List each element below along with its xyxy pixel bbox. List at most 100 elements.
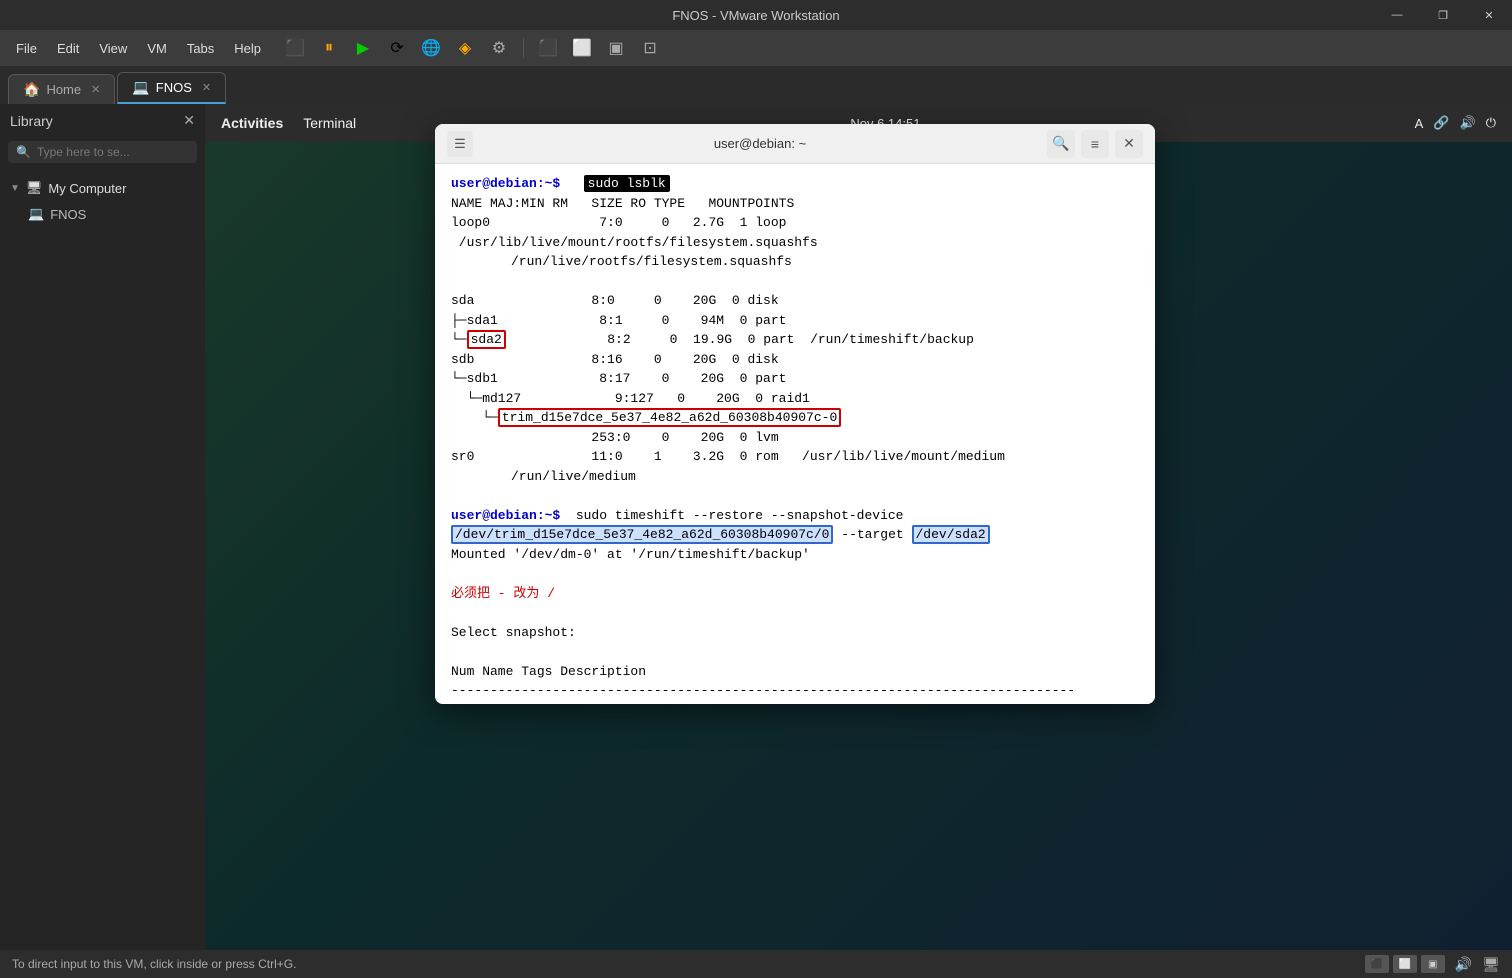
terminal-body[interactable]: user@debian:~$ sudo lsblk NAME MAJ:MIN R…	[435, 164, 1155, 704]
fnos-sidebar-icon: 💻	[28, 206, 44, 222]
gnome-system-tray: A 🔗 🔊 ⏻	[1415, 115, 1496, 131]
tab-fnos-close[interactable]: ✕	[202, 81, 211, 94]
toolbar-settings[interactable]: ⚙	[485, 34, 513, 62]
keyboard-indicator[interactable]: A	[1415, 116, 1424, 131]
menu-view[interactable]: View	[91, 37, 135, 60]
terminal-close-icon[interactable]: ✕	[1115, 130, 1143, 158]
toolbar-pause[interactable]: ⏸	[315, 34, 343, 62]
terminal-actions: 🔍 ≡ ✕	[1047, 130, 1143, 158]
sidebar-close-icon[interactable]: ✕	[183, 112, 195, 129]
toolbar-refresh[interactable]: ⟳	[383, 34, 411, 62]
toolbar: ⬛ ⏸ ▶ ⟳ 🌐 ◈ ⚙ ⬛ ⬜ ▣ ⊡	[281, 34, 664, 62]
sidebar-header: Library ✕	[0, 104, 205, 137]
menu-vm[interactable]: VM	[139, 37, 175, 60]
sidebar-search-container: 🔍	[8, 141, 197, 163]
terminal-search-icon[interactable]: 🔍	[1047, 130, 1075, 158]
lsblk-sr0-2: /run/live/medium	[451, 467, 1139, 487]
taskbar-icon-2[interactable]: ⬜	[1393, 955, 1417, 973]
menubar: File Edit View VM Tabs Help ⬛ ⏸ ▶ ⟳ 🌐 ◈ …	[0, 30, 1512, 66]
tabs-bar: 🏠 Home ✕ 💻 FNOS ✕	[0, 66, 1512, 104]
blank3	[451, 564, 1139, 584]
snapshot-row-0: 0 > 2024-11-06_21-18-11 W	[451, 701, 1139, 705]
command-lsblk: sudo lsblk	[584, 175, 670, 192]
lsblk-sdb: sdb 8:16 0 20G 0 disk	[451, 350, 1139, 370]
restore-button[interactable]: ❐	[1420, 0, 1466, 30]
sidebar-item-fnos[interactable]: 💻 FNOS	[0, 201, 205, 227]
fnos-sidebar-label: FNOS	[50, 207, 86, 222]
lsblk-header: NAME MAJ:MIN RM SIZE RO TYPE MOUNTPOINTS	[451, 194, 1139, 214]
select-snapshot: Select snapshot:	[451, 623, 1139, 643]
search-input[interactable]	[37, 145, 189, 159]
tab-home-close[interactable]: ✕	[91, 83, 100, 96]
toolbar-record[interactable]: ⬛	[281, 34, 309, 62]
target-device-highlight: /dev/sda2	[912, 525, 990, 544]
fnos-icon: 💻	[132, 79, 149, 96]
power-icon[interactable]: ⏻	[1486, 115, 1496, 131]
close-button[interactable]: ✕	[1466, 0, 1512, 30]
mounted-msg: Mounted '/dev/dm-0' at '/run/timeshift/b…	[451, 545, 1139, 565]
tab-fnos[interactable]: 💻 FNOS ✕	[117, 72, 226, 104]
my-computer-label: My Computer	[48, 181, 126, 196]
lsblk-sda2: └─sda2 8:2 0 19.9G 0 part /run/timeshift…	[451, 330, 1139, 350]
gnome-activities[interactable]: Activities	[221, 115, 283, 131]
search-icon: 🔍	[16, 145, 31, 159]
titlebar-title: FNOS - VMware Workstation	[672, 8, 839, 23]
terminal-title: user@debian: ~	[481, 136, 1039, 151]
computer-icon: 🖥	[26, 180, 43, 196]
terminal-hamburger-icon[interactable]: ≡	[1081, 130, 1109, 158]
menu-tabs[interactable]: Tabs	[179, 37, 222, 60]
terminal-window: ☰ user@debian: ~ 🔍 ≡ ✕ user@debian:~$ su…	[435, 124, 1155, 704]
network-status-icon[interactable]: 🖥	[1482, 956, 1500, 973]
titlebar: FNOS - VMware Workstation — ❐ ✕	[0, 0, 1512, 30]
menu-help[interactable]: Help	[226, 37, 269, 60]
lsblk-lvm: 253:0 0 20G 0 lvm	[451, 428, 1139, 448]
lsblk-sda1: ├─sda1 8:1 0 94M 0 part	[451, 311, 1139, 331]
blank5	[451, 642, 1139, 662]
prompt-2: user@debian:~$	[451, 508, 560, 523]
terminal-titlebar: ☰ user@debian: ~ 🔍 ≡ ✕	[435, 124, 1155, 164]
tab-home-label: Home	[46, 82, 81, 97]
blank4	[451, 603, 1139, 623]
tab-fnos-label: FNOS	[156, 80, 192, 95]
snapshot-table-header: Num Name Tags Description	[451, 662, 1139, 682]
main-area: Library ✕ 🔍 ▼ 🖥 My Computer 💻 FNOS Activ…	[0, 104, 1512, 950]
toolbar-view1[interactable]: ⬛	[534, 34, 562, 62]
volume-icon[interactable]: 🔊	[1460, 115, 1476, 131]
menu-edit[interactable]: Edit	[49, 37, 87, 60]
minimize-button[interactable]: —	[1374, 0, 1420, 30]
sidebar: Library ✕ 🔍 ▼ 🖥 My Computer 💻 FNOS	[0, 104, 205, 950]
vm-content[interactable]: Activities Terminal Nov 6 14:51 A 🔗 🔊 ⏻ …	[205, 104, 1512, 950]
toolbar-view4[interactable]: ⊡	[636, 34, 664, 62]
toolbar-play[interactable]: ▶	[349, 34, 377, 62]
chevron-down-icon: ▼	[10, 183, 20, 194]
toolbar-snapshot[interactable]: ◈	[451, 34, 479, 62]
taskbar-icons: ⬛ ⬜ ▣	[1365, 955, 1445, 973]
lsblk-blank1	[451, 272, 1139, 292]
lsblk-loop0: loop0 7:0 0 2.7G 1 loop /usr/lib/live/mo…	[451, 213, 1139, 252]
taskbar-icon-3[interactable]: ▣	[1421, 955, 1445, 973]
volume-status-icon[interactable]: 🔊	[1455, 956, 1472, 973]
toolbar-view2[interactable]: ⬜	[568, 34, 596, 62]
status-message: To direct input to this VM, click inside…	[12, 957, 296, 971]
statusbar-right: ⬛ ⬜ ▣ 🔊 🖥	[1365, 955, 1500, 973]
toolbar-view3[interactable]: ▣	[602, 34, 630, 62]
lsblk-md127: └─md127 9:127 0 20G 0 raid1	[451, 389, 1139, 409]
statusbar: To direct input to this VM, click inside…	[0, 950, 1512, 978]
sda2-highlight: sda2	[467, 330, 506, 349]
toolbar-network[interactable]: 🌐	[417, 34, 445, 62]
sidebar-item-my-computer[interactable]: ▼ 🖥 My Computer	[0, 175, 205, 201]
tab-home[interactable]: 🏠 Home ✕	[8, 74, 115, 104]
lsblk-sda: sda 8:0 0 20G 0 disk	[451, 291, 1139, 311]
network-icon[interactable]: 🔗	[1433, 115, 1449, 131]
sidebar-tree: ▼ 🖥 My Computer 💻 FNOS	[0, 171, 205, 231]
taskbar-icon-1[interactable]: ⬛	[1365, 955, 1389, 973]
home-icon: 🏠	[23, 81, 40, 98]
terminal-line-1: user@debian:~$ sudo lsblk	[451, 174, 1139, 194]
lsblk-sdb1: └─sdb1 8:17 0 20G 0 part	[451, 369, 1139, 389]
terminal-menu-icon[interactable]: ☰	[447, 131, 473, 157]
snapshot-table-divider: ----------------------------------------…	[451, 681, 1139, 701]
menu-file[interactable]: File	[8, 37, 45, 60]
sidebar-title: Library	[10, 113, 53, 129]
gnome-terminal-label[interactable]: Terminal	[303, 115, 356, 131]
toolbar-divider	[523, 38, 524, 58]
